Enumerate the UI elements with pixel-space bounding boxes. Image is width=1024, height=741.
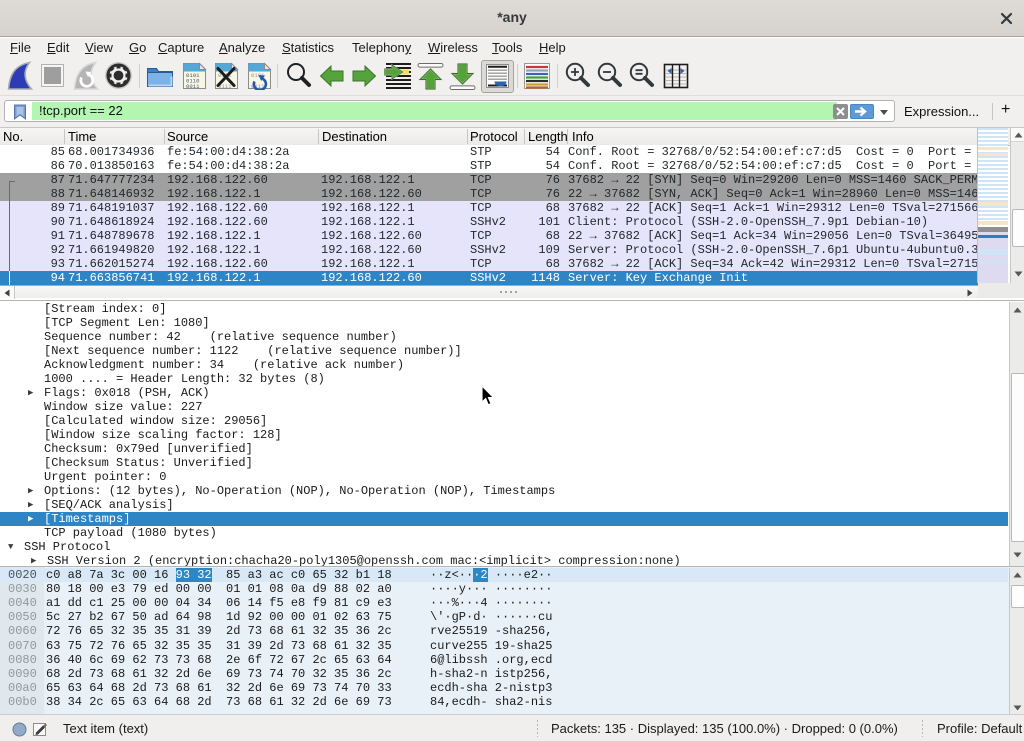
svg-text:0011: 0011 [186,83,200,90]
